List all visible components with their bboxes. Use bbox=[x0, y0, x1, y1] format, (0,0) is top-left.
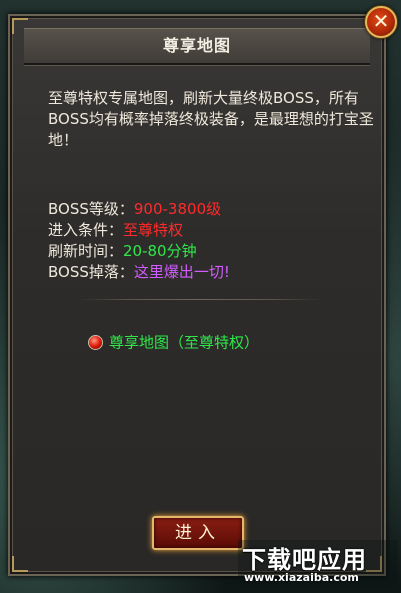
info-value: 至尊特权 bbox=[123, 221, 184, 239]
map-option-radio[interactable]: 尊享地图（至尊特权） bbox=[88, 332, 259, 352]
info-value: 20-80分钟 bbox=[123, 242, 197, 260]
site-watermark: 下载吧应用 www.xiazaiba.com bbox=[238, 540, 398, 590]
map-dialog: 尊享地图 至尊特权专属地图，刷新大量终极BOSS，所有BOSS均有概率掉落终极装… bbox=[8, 14, 386, 576]
info-boss-drops: BOSS掉落：这里爆出一切! bbox=[48, 262, 378, 282]
section-divider bbox=[80, 299, 320, 300]
radio-selected-icon[interactable] bbox=[88, 335, 103, 350]
info-value: 900-3800级 bbox=[133, 200, 222, 218]
close-button[interactable]: ✕ bbox=[365, 6, 397, 38]
watermark-title: 下载吧应用 bbox=[242, 546, 367, 574]
info-boss-level: BOSS等级：900-3800级 bbox=[48, 199, 378, 219]
title-bar: 尊享地图 bbox=[24, 28, 370, 64]
dialog-title: 尊享地图 bbox=[162, 36, 231, 55]
info-label: BOSS等级： bbox=[48, 200, 134, 218]
info-entry-condition: 进入条件：至尊特权 bbox=[48, 220, 378, 240]
info-value: 这里爆出一切! bbox=[133, 263, 230, 281]
info-label: 刷新时间： bbox=[48, 242, 124, 260]
info-label: 进入条件： bbox=[48, 221, 124, 239]
info-label: BOSS掉落： bbox=[48, 263, 134, 281]
watermark-url: www.xiazaiba.com bbox=[244, 571, 359, 584]
enter-button[interactable]: 进入 bbox=[152, 516, 244, 550]
info-refresh-time: 刷新时间：20-80分钟 bbox=[48, 241, 378, 261]
title-divider bbox=[24, 64, 370, 65]
map-option-label: 尊享地图（至尊特权） bbox=[109, 333, 260, 352]
map-description: 至尊特权专属地图，刷新大量终极BOSS，所有BOSS均有概率掉落终极装备，是最理… bbox=[48, 89, 374, 149]
corner-ornament bbox=[12, 556, 28, 572]
